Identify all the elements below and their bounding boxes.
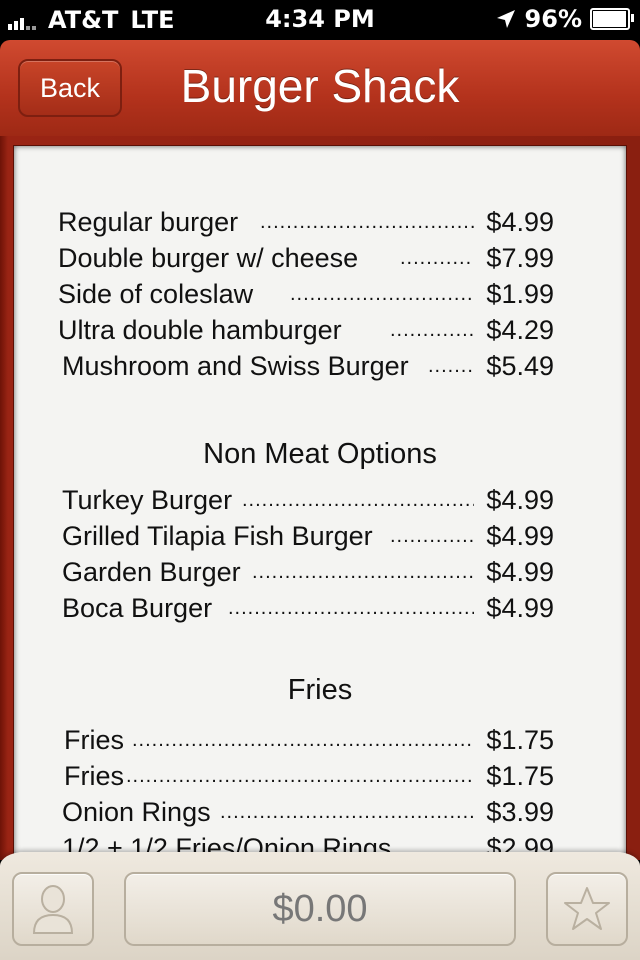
item-price: $4.99 (486, 593, 554, 623)
battery-percent: 96% (524, 5, 582, 33)
menu-item[interactable]: Mushroom and Swiss Burger ........ $5.49 (14, 348, 626, 384)
item-name: Fries (64, 761, 124, 791)
item-price: $1.75 (486, 725, 554, 755)
menu-item[interactable]: Side of coleslaw .......................… (14, 276, 626, 312)
dot-leader: ................................ (290, 283, 474, 305)
dot-leader: ........................................… (132, 729, 474, 751)
item-price: $7.99 (486, 243, 554, 273)
item-name: Regular burger (58, 207, 239, 237)
item-price: $4.29 (486, 315, 554, 345)
item-name: Garden Burger (62, 557, 241, 587)
item-price: $4.99 (486, 521, 554, 551)
navigation-bar: Back Burger Shack (0, 40, 640, 136)
menu-item[interactable]: Ultra double hamburger ............. $4.… (14, 312, 626, 348)
item-name: Double burger w/ cheese (58, 243, 359, 273)
menu-item[interactable]: Double burger w/ cheese ........... $7.9… (14, 240, 626, 276)
section-heading-non-meat: Non Meat Options (203, 438, 437, 470)
star-icon (564, 887, 610, 930)
item-name: Side of coleslaw (58, 279, 254, 309)
dot-leader: ............. (390, 319, 474, 341)
menu-item[interactable]: Fries ..................................… (14, 722, 626, 758)
menu-item[interactable]: Turkey Burger ..........................… (14, 482, 626, 518)
item-price: $4.99 (486, 485, 554, 515)
menu-item[interactable]: Boca Burger ............................… (14, 590, 626, 626)
favorite-button[interactable] (546, 872, 628, 946)
menu-item[interactable]: Garden Burger ..........................… (14, 554, 626, 590)
dot-leader: .................................... (260, 211, 474, 233)
dot-leader: ........................................… (220, 801, 474, 823)
dot-leader: ............. (390, 525, 474, 547)
dot-leader: ........................................ (242, 489, 474, 511)
battery-level (593, 11, 626, 27)
item-name: Grilled Tilapia Fish Burger (62, 521, 373, 551)
person-silhouette-icon (32, 885, 74, 934)
item-name: Boca Burger (62, 593, 213, 623)
profile-button[interactable] (12, 872, 94, 946)
dot-leader: ........................................… (228, 597, 474, 619)
item-price: $3.99 (486, 797, 554, 827)
dot-leader: ........ (428, 355, 474, 377)
status-right: 96% (495, 5, 634, 33)
item-name: Fries (64, 725, 124, 755)
battery-icon (590, 8, 634, 30)
item-name: Mushroom and Swiss Burger (62, 351, 409, 381)
item-price: $4.99 (486, 557, 554, 587)
item-price: $1.99 (486, 279, 554, 309)
location-arrow-icon (496, 10, 515, 28)
page-title: Burger Shack (180, 60, 460, 112)
item-name: Turkey Burger (62, 485, 233, 515)
item-price: $5.49 (486, 351, 554, 381)
item-name: Ultra double hamburger (58, 315, 342, 345)
dot-leader: ........................................ (252, 561, 474, 583)
order-total-button[interactable]: $0.00 (124, 872, 516, 946)
back-button[interactable]: Back (18, 59, 122, 117)
item-name: Onion Rings (62, 797, 211, 827)
menu-item[interactable]: Regular burger .........................… (14, 204, 626, 240)
bottom-toolbar: $0.00 (0, 852, 640, 960)
item-price: $4.99 (486, 207, 554, 237)
status-bar: AT&T LTE 4:34 PM 96% (0, 0, 640, 40)
item-price: $1.75 (486, 761, 554, 791)
dot-leader: ........... (400, 247, 473, 269)
menu-item[interactable]: Fries ..................................… (14, 758, 626, 794)
menu-item[interactable]: Grilled Tilapia Fish Burger ............… (14, 518, 626, 554)
dot-leader: ........................................… (126, 765, 474, 787)
menu-item[interactable]: Onion Rings ............................… (14, 794, 626, 830)
menu-card[interactable]: Regular burger .........................… (14, 146, 626, 860)
section-heading-fries: Fries (287, 674, 353, 706)
